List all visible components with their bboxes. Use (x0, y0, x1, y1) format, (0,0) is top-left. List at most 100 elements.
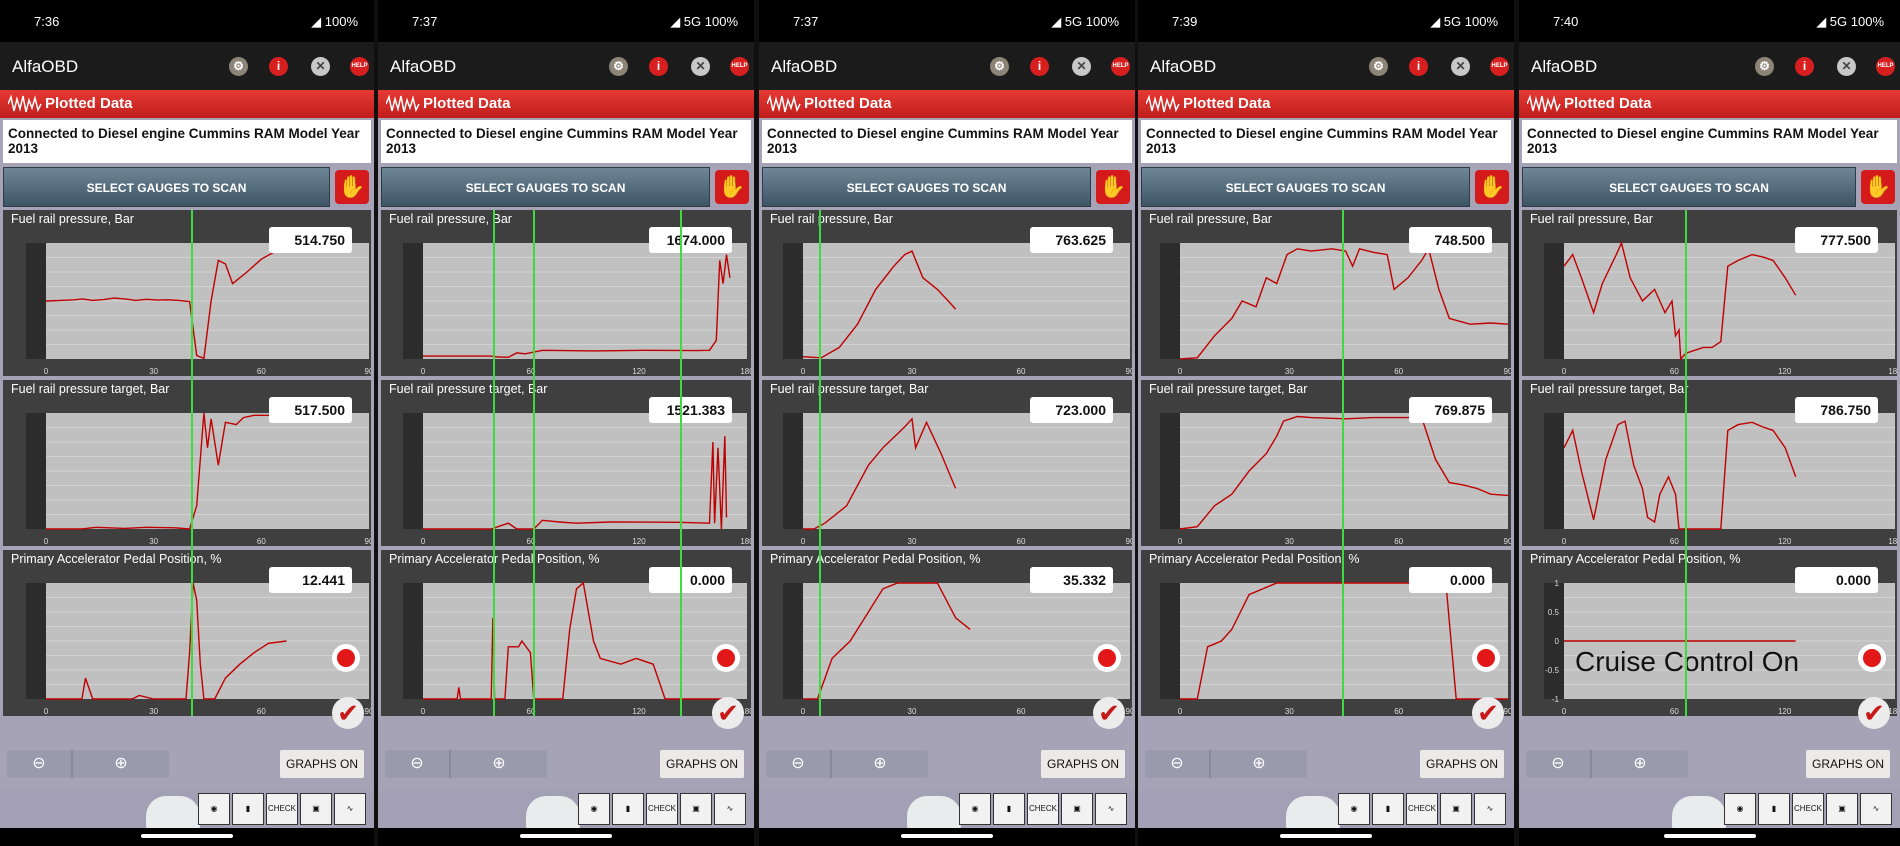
car-icon[interactable] (907, 796, 961, 830)
car-icon[interactable] (1672, 796, 1726, 830)
battery-icon[interactable]: ▮ (1372, 793, 1404, 825)
vehicle-icon[interactable]: ▣ (680, 793, 712, 825)
speaker-icon[interactable]: ◉ (198, 793, 230, 825)
stop-hand-icon[interactable]: ✋ (1861, 170, 1895, 204)
battery-icon[interactable]: ▮ (232, 793, 264, 825)
zoom-in-icon[interactable]: ⊕ (73, 750, 169, 778)
info-icon[interactable]: i (269, 57, 288, 76)
time-cursor-line[interactable] (1342, 210, 1344, 716)
settings-icon[interactable]: ⚙ (609, 57, 628, 76)
stop-hand-icon[interactable]: ✋ (1096, 170, 1130, 204)
battery-icon[interactable]: ▮ (993, 793, 1025, 825)
select-gauges-button[interactable]: SELECT GAUGES TO SCAN (762, 167, 1091, 207)
graphs-on-button[interactable]: GRAPHS ON (660, 750, 744, 778)
select-gauges-button[interactable]: SELECT GAUGES TO SCAN (381, 167, 710, 207)
zoom-out-icon[interactable]: ⊖ (7, 750, 73, 778)
check-engine-icon[interactable]: CHECK (1406, 793, 1438, 825)
info-icon[interactable]: i (1030, 57, 1049, 76)
info-icon[interactable]: i (1795, 57, 1814, 76)
gauge-value: 786.750 (1795, 397, 1878, 423)
check-engine-icon[interactable]: CHECK (1792, 793, 1824, 825)
graph-icon[interactable]: ∿ (1860, 793, 1892, 825)
graphs-on-button[interactable]: GRAPHS ON (1420, 750, 1504, 778)
zoom-in-icon[interactable]: ⊕ (1592, 750, 1688, 778)
record-button[interactable] (332, 644, 360, 672)
zoom-out-icon[interactable]: ⊖ (385, 750, 451, 778)
check-engine-icon[interactable]: CHECK (266, 793, 298, 825)
speaker-icon[interactable]: ◉ (1724, 793, 1756, 825)
checkmark-icon[interactable]: ✔ (712, 697, 744, 729)
checkmark-icon[interactable]: ✔ (1472, 697, 1504, 729)
app-title: AlfaOBD (1150, 57, 1217, 76)
zoom-in-icon[interactable]: ⊕ (451, 750, 547, 778)
record-button[interactable] (712, 644, 740, 672)
speaker-icon[interactable]: ◉ (578, 793, 610, 825)
car-icon[interactable] (146, 796, 200, 830)
battery-icon[interactable]: ▮ (612, 793, 644, 825)
zoom-out-icon[interactable]: ⊖ (1145, 750, 1211, 778)
check-engine-icon[interactable]: CHECK (646, 793, 678, 825)
home-gesture-pill[interactable] (1280, 834, 1372, 838)
time-cursor-line[interactable] (680, 210, 682, 716)
settings-icon[interactable]: ⚙ (990, 57, 1009, 76)
info-icon[interactable]: i (1409, 57, 1428, 76)
close-icon[interactable]: ✕ (691, 57, 710, 76)
vehicle-icon[interactable]: ▣ (1440, 793, 1472, 825)
zoom-in-icon[interactable]: ⊕ (832, 750, 928, 778)
close-icon[interactable]: ✕ (1837, 57, 1856, 76)
zoom-out-icon[interactable]: ⊖ (766, 750, 832, 778)
time-cursor-line[interactable] (819, 210, 821, 716)
close-icon[interactable]: ✕ (311, 57, 330, 76)
record-button[interactable] (1093, 644, 1121, 672)
checkmark-icon[interactable]: ✔ (1093, 697, 1125, 729)
time-cursor-line[interactable] (533, 210, 535, 716)
battery-icon[interactable]: ▮ (1758, 793, 1790, 825)
help-icon[interactable]: HELP (730, 57, 749, 76)
settings-icon[interactable]: ⚙ (1755, 57, 1774, 76)
graphs-on-button[interactable]: GRAPHS ON (280, 750, 364, 778)
time-cursor-line[interactable] (1685, 210, 1687, 716)
home-gesture-pill[interactable] (520, 834, 612, 838)
record-button[interactable] (1858, 644, 1886, 672)
settings-icon[interactable]: ⚙ (1369, 57, 1388, 76)
close-icon[interactable]: ✕ (1072, 57, 1091, 76)
graph-icon[interactable]: ∿ (1095, 793, 1127, 825)
speaker-icon[interactable]: ◉ (1338, 793, 1370, 825)
stop-hand-icon[interactable]: ✋ (715, 170, 749, 204)
check-engine-icon[interactable]: CHECK (1027, 793, 1059, 825)
record-button[interactable] (1472, 644, 1500, 672)
car-icon[interactable] (1286, 796, 1340, 830)
speaker-icon[interactable]: ◉ (959, 793, 991, 825)
car-icon[interactable] (526, 796, 580, 830)
help-icon[interactable]: HELP (1490, 57, 1509, 76)
zoom-in-icon[interactable]: ⊕ (1211, 750, 1307, 778)
stop-hand-icon[interactable]: ✋ (335, 170, 369, 204)
close-icon[interactable]: ✕ (1451, 57, 1470, 76)
graphs-on-button[interactable]: GRAPHS ON (1806, 750, 1890, 778)
help-icon[interactable]: HELP (1876, 57, 1895, 76)
home-gesture-pill[interactable] (141, 834, 233, 838)
x-tick-label: 0 (1562, 367, 1567, 376)
home-gesture-pill[interactable] (901, 834, 993, 838)
stop-hand-icon[interactable]: ✋ (1475, 170, 1509, 204)
help-icon[interactable]: HELP (1111, 57, 1130, 76)
help-icon[interactable]: HELP (350, 57, 369, 76)
vehicle-icon[interactable]: ▣ (300, 793, 332, 825)
time-cursor-line[interactable] (493, 210, 495, 716)
graphs-on-button[interactable]: GRAPHS ON (1041, 750, 1125, 778)
vehicle-icon[interactable]: ▣ (1826, 793, 1858, 825)
graph-icon[interactable]: ∿ (714, 793, 746, 825)
select-gauges-button[interactable]: SELECT GAUGES TO SCAN (1522, 167, 1856, 207)
graph-icon[interactable]: ∿ (1474, 793, 1506, 825)
select-gauges-button[interactable]: SELECT GAUGES TO SCAN (3, 167, 330, 207)
vehicle-icon[interactable]: ▣ (1061, 793, 1093, 825)
checkmark-icon[interactable]: ✔ (332, 697, 364, 729)
checkmark-icon[interactable]: ✔ (1858, 697, 1890, 729)
select-gauges-button[interactable]: SELECT GAUGES TO SCAN (1141, 167, 1470, 207)
info-icon[interactable]: i (649, 57, 668, 76)
zoom-out-icon[interactable]: ⊖ (1526, 750, 1592, 778)
time-cursor-line[interactable] (191, 210, 193, 716)
settings-icon[interactable]: ⚙ (229, 57, 248, 76)
home-gesture-pill[interactable] (1664, 834, 1756, 838)
graph-icon[interactable]: ∿ (334, 793, 366, 825)
